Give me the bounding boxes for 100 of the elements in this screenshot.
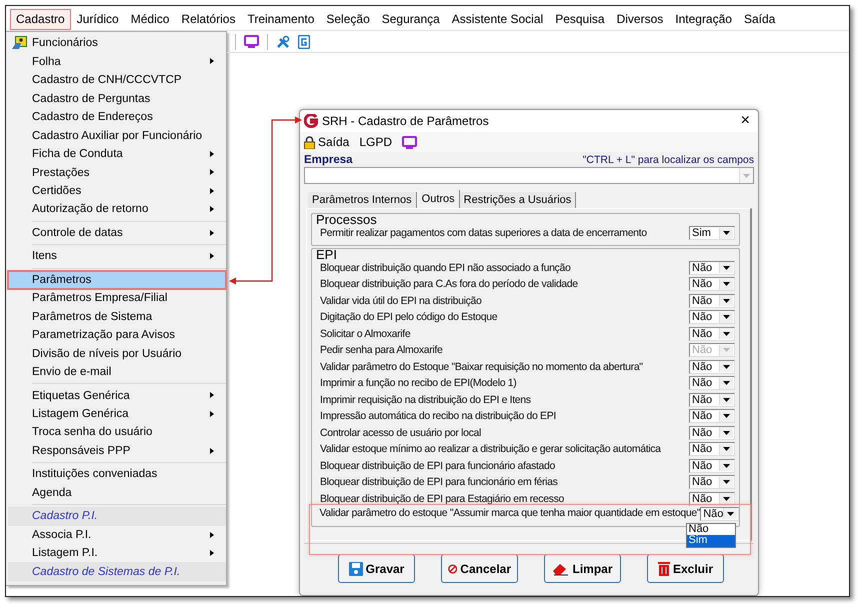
- clear-button[interactable]: Limpar: [544, 554, 621, 583]
- save-button[interactable]: Gravar: [338, 554, 415, 583]
- setting-label: Impressão automática do recibo na distribuição do EPI: [320, 410, 556, 422]
- submenu-arrow-icon: [210, 206, 214, 212]
- setting-select[interactable]: Não: [689, 260, 735, 275]
- caret-icon: [723, 315, 730, 320]
- menu-item[interactable]: Cadastro de Endereços: [8, 108, 226, 126]
- caret-icon: [723, 414, 730, 418]
- menu-title[interactable]: Treinamento: [241, 9, 320, 30]
- group-title: EPI: [316, 246, 338, 262]
- field-label: Empresa: [304, 154, 353, 166]
- menu-item[interactable]: Troca senha do usuário: [8, 423, 226, 442]
- caret-icon: [723, 332, 730, 336]
- menu-title[interactable]: Jurídico: [70, 9, 125, 30]
- setting-label: Bloquear distribuição de EPI para funcionário afastado: [320, 460, 556, 472]
- menu-title[interactable]: Pesquisa: [549, 9, 611, 30]
- menu-item[interactable]: Cadastro de Sistemas de P.I.: [8, 562, 226, 581]
- menu-title[interactable]: Médico: [124, 9, 176, 30]
- setting-select[interactable]: Não: [689, 360, 735, 374]
- menu-item[interactable]: Divisão de níveis por Usuário: [8, 344, 226, 363]
- setting-select[interactable]: Não: [689, 492, 735, 506]
- menu-title[interactable]: Relatórios: [175, 9, 242, 30]
- caret-icon: [723, 398, 730, 402]
- menu-item[interactable]: Listagem Genérica: [8, 404, 226, 424]
- menu-item[interactable]: Cadastro de CNH/CCCVTCP: [8, 70, 226, 90]
- setting-select[interactable]: Não: [689, 294, 735, 308]
- app-logo-icon: [304, 114, 318, 128]
- menu-item[interactable]: Responsáveis PPP: [8, 442, 226, 460]
- menu-item[interactable]: Folha: [8, 52, 226, 71]
- setting-select[interactable]: Não: [689, 409, 735, 424]
- menu-item[interactable]: Instituições conveniadas: [8, 465, 226, 484]
- caret-icon: [723, 298, 730, 303]
- book-icon[interactable]: [298, 34, 310, 48]
- setting-select[interactable]: Não: [689, 376, 735, 390]
- employee-icon: [12, 36, 27, 50]
- setting-select[interactable]: Não: [700, 506, 740, 520]
- menu-item[interactable]: Listagem P.I.: [8, 544, 226, 562]
- setting-label: Bloquear distribuição de EPI para Estagiário em recesso: [320, 492, 564, 505]
- cancel-button[interactable]: Cancelar: [441, 554, 518, 583]
- menu-item[interactable]: Ficha de Conduta: [8, 144, 226, 164]
- menu-item[interactable]: Cadastro P.I.: [8, 507, 226, 526]
- setting-label: Imprimir requisição na distribuição do EPI e Itens: [320, 394, 531, 406]
- submenu-arrow-icon: [210, 532, 214, 538]
- setting-label: Validar parâmetro do estoque "Assumir marca que tenha maior quantidade em estoque": [320, 506, 700, 518]
- menu-title[interactable]: Diversos: [610, 9, 670, 30]
- group-title: Processos: [316, 212, 378, 227]
- menu-item[interactable]: Associa P.I.: [8, 526, 226, 544]
- menu-title[interactable]: Integração: [669, 9, 738, 30]
- menu-item[interactable]: Envio de e-mail: [8, 362, 226, 382]
- menu-item[interactable]: Prestações: [8, 163, 226, 182]
- caret-icon: [723, 464, 730, 468]
- company-combo-box[interactable]: [304, 167, 754, 184]
- menu-item[interactable]: Controle de datas: [8, 224, 226, 242]
- menu-title[interactable]: Cadastro: [10, 9, 71, 30]
- menu-item[interactable]: Cadastro Auxiliar por Funcionário: [8, 126, 226, 145]
- lgpd-button[interactable]: LGPD: [359, 135, 398, 149]
- menu-item[interactable]: Agenda: [8, 484, 226, 502]
- caret-icon: [723, 447, 730, 452]
- menu-title[interactable]: Assistente Social: [446, 9, 550, 30]
- monitor-icon[interactable]: [402, 136, 418, 148]
- menu-item[interactable]: Parâmetros de Sistema: [8, 307, 226, 326]
- setting-select[interactable]: Não: [689, 458, 735, 473]
- menu-title[interactable]: Segurança: [376, 9, 446, 30]
- menu-title[interactable]: Seleção: [320, 9, 376, 30]
- menu-item[interactable]: Parâmetros: [8, 270, 226, 289]
- setting-select[interactable]: Não: [689, 277, 735, 292]
- setting-label: Bloquear distribuição quando EPI não associado a função: [320, 262, 570, 274]
- eraser-icon: [552, 562, 570, 576]
- delete-button[interactable]: Excluir: [647, 554, 724, 583]
- monitor-icon[interactable]: [244, 35, 259, 48]
- menu-title[interactable]: Saída: [738, 9, 782, 30]
- setting-select[interactable]: Não: [689, 310, 735, 324]
- setting-select[interactable]: Não: [689, 326, 735, 341]
- menu-item[interactable]: Certidões: [8, 182, 226, 200]
- menu-item[interactable]: Parâmetros Empresa/Filial: [8, 289, 226, 308]
- menu-item[interactable]: Funcionários: [8, 34, 226, 52]
- menu-item[interactable]: Etiquetas Genérica: [8, 386, 226, 405]
- menu-item[interactable]: Cadastro de Perguntas: [8, 89, 226, 108]
- option[interactable]: Sim: [686, 535, 734, 546]
- menu-item[interactable]: Parametrização para Avisos: [8, 326, 226, 344]
- tab[interactable]: Restrições a Usuários: [460, 192, 576, 208]
- caret-icon: [727, 512, 734, 516]
- setting-select[interactable]: Não: [689, 426, 735, 440]
- tab[interactable]: Outros: [416, 190, 460, 208]
- caret-icon: [723, 348, 730, 352]
- setting-select[interactable]: Não: [689, 442, 735, 456]
- menu-item[interactable]: Autorização de retorno: [8, 200, 226, 219]
- tools-icon[interactable]: [276, 34, 290, 48]
- exit-button[interactable]: Saída: [304, 135, 356, 149]
- menu-item[interactable]: Itens: [8, 247, 226, 266]
- setting-select[interactable]: Sim: [689, 226, 735, 240]
- setting-label: Bloquear distribuição de EPI para funcionário em férias: [320, 476, 558, 488]
- setting-label: Bloquear distribuição para C.As fora do período de validade: [320, 278, 578, 290]
- setting-select[interactable]: Não: [689, 475, 735, 490]
- setting-select[interactable]: Não: [689, 392, 735, 407]
- caret-icon: [723, 430, 730, 435]
- caret-icon: [723, 496, 730, 501]
- submenu-arrow-icon: [210, 230, 214, 236]
- close-button[interactable]: ×: [736, 113, 754, 129]
- tab[interactable]: Parâmetros Internos: [308, 192, 417, 208]
